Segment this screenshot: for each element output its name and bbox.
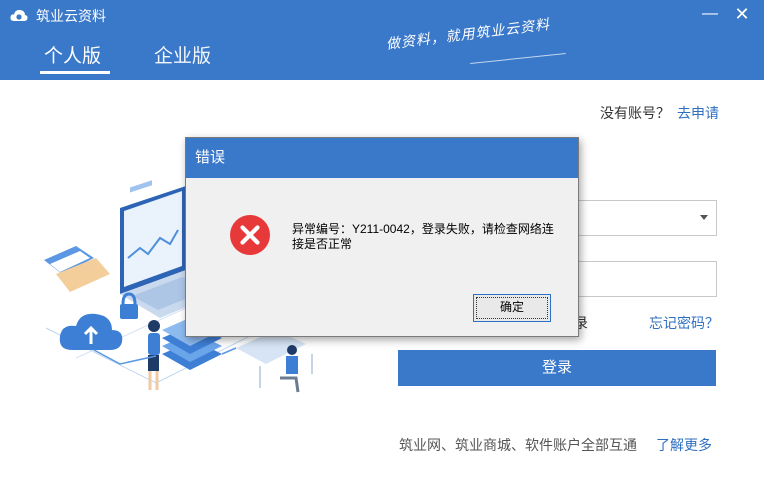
- app-header: 筑业云资料 — ✕ 个人版 企业版 做资料，就用筑业云资料: [0, 0, 764, 80]
- ok-button-focus-ring: [476, 297, 548, 319]
- forgot-password-link[interactable]: 忘记密码？: [649, 313, 719, 333]
- cloud-logo-icon: [10, 9, 28, 21]
- minimize-button[interactable]: —: [696, 2, 724, 26]
- learn-more-link[interactable]: 了解更多: [656, 435, 712, 455]
- error-icon: [230, 215, 270, 255]
- active-tab-indicator: [40, 71, 110, 74]
- ok-button[interactable]: 确定: [473, 294, 551, 322]
- dialog-titlebar[interactable]: 错误: [186, 138, 578, 178]
- apply-account-link[interactable]: 去申请: [677, 103, 719, 123]
- app-title: 筑业云资料: [36, 8, 106, 24]
- dialog-title: 错误: [195, 149, 226, 166]
- slogan: 做资料，就用筑业云资料: [385, 16, 551, 53]
- slogan-underline: [470, 52, 566, 65]
- no-account-text: 没有账号？: [600, 105, 670, 121]
- footer-info-text: 筑业网、筑业商城、软件账户全部互通: [399, 437, 637, 453]
- chevron-down-icon[interactable]: [700, 215, 708, 220]
- error-dialog: 错误 异常编号：Y211-0042，登录失败，请检查网络连接是否正常 确定: [185, 137, 579, 337]
- tab-enterprise[interactable]: 企业版: [154, 44, 211, 70]
- close-window-button[interactable]: ✕: [728, 2, 756, 26]
- login-button[interactable]: 登录: [398, 350, 716, 386]
- error-message: 异常编号：Y211-0042，登录失败，请检查网络连接是否正常: [292, 222, 554, 251]
- tab-personal[interactable]: 个人版: [44, 44, 101, 70]
